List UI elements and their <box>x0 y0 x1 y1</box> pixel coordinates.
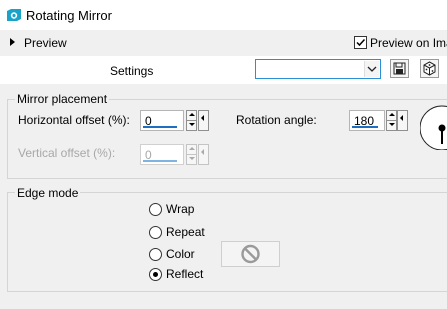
settings-label: Settings <box>110 64 154 78</box>
horizontal-offset-label: Horizontal offset (%): <box>18 113 130 127</box>
preview-on-image-label: Preview on Ima <box>370 36 447 50</box>
no-symbol-icon <box>241 244 260 264</box>
spin-up-button[interactable] <box>187 111 196 121</box>
horizontal-offset-slider-button[interactable] <box>198 110 209 131</box>
radio-selected-dot <box>153 272 158 277</box>
radio-button[interactable] <box>149 268 162 281</box>
radio-button[interactable] <box>149 226 162 239</box>
radio-label: Wrap <box>166 202 195 216</box>
window-title: Rotating Mirror <box>26 8 112 23</box>
slider-notch-icon <box>400 115 403 121</box>
radio-label: Reflect <box>166 267 204 281</box>
mirror-placement-title: Mirror placement <box>15 92 110 106</box>
horizontal-offset-input[interactable]: 0 <box>140 110 184 131</box>
randomize-button[interactable] <box>420 59 439 78</box>
spin-up-button[interactable] <box>187 145 196 155</box>
edge-mode-option-repeat[interactable]: Repeat <box>149 225 229 240</box>
arrow-up-icon <box>189 113 195 116</box>
radio-label: Color <box>166 247 195 261</box>
preview-label: Preview <box>24 36 67 50</box>
rotation-angle-spinner[interactable] <box>386 110 397 131</box>
vertical-offset-label: Vertical offset (%): <box>18 146 116 160</box>
preview-expander[interactable]: Preview <box>10 36 80 50</box>
arrow-up-icon <box>189 147 195 150</box>
radio-button[interactable] <box>149 203 162 216</box>
preview-on-image-option[interactable]: Preview on Ima <box>354 35 447 51</box>
save-icon <box>393 62 406 75</box>
preview-on-image-checkbox[interactable] <box>354 36 367 49</box>
edge-color-swatch[interactable] <box>221 241 280 267</box>
edge-mode-option-reflect[interactable]: Reflect <box>149 267 229 282</box>
spin-down-button[interactable] <box>187 155 196 165</box>
edge-mode-option-wrap[interactable]: Wrap <box>149 202 229 217</box>
rotation-angle-input[interactable]: 180 <box>349 110 385 131</box>
cube-icon <box>423 61 436 76</box>
chevron-down-icon[interactable] <box>364 61 379 77</box>
rotation-angle-slider-button[interactable] <box>397 110 408 131</box>
vertical-offset-slider-button[interactable] <box>198 144 209 165</box>
arrow-down-icon <box>389 122 395 126</box>
focus-underline <box>143 126 177 128</box>
focus-underline <box>352 126 378 128</box>
vertical-offset-spinner[interactable] <box>186 144 197 165</box>
radio-label: Repeat <box>166 225 205 239</box>
arrow-down-icon <box>189 156 195 160</box>
edge-mode-option-color[interactable]: Color <box>149 247 229 262</box>
expand-arrow-icon <box>10 38 15 46</box>
vertical-offset-input[interactable]: 0 <box>140 144 184 165</box>
slider-notch-icon <box>201 149 204 155</box>
spin-down-button[interactable] <box>387 121 396 131</box>
settings-dropdown[interactable] <box>255 59 381 79</box>
arrow-up-icon <box>389 113 395 116</box>
checkmark-icon <box>356 38 366 47</box>
app-icon <box>6 8 22 22</box>
horizontal-offset-spinner[interactable] <box>186 110 197 131</box>
spin-up-button[interactable] <box>387 111 396 121</box>
arrow-down-icon <box>189 122 195 126</box>
rotation-angle-label: Rotation angle: <box>236 113 317 127</box>
save-preset-button[interactable] <box>390 59 409 78</box>
spin-down-button[interactable] <box>187 121 196 131</box>
edge-mode-title: Edge mode <box>15 186 81 200</box>
radio-button[interactable] <box>149 248 162 261</box>
slider-notch-icon <box>201 115 204 121</box>
rotation-dial[interactable] <box>419 104 447 151</box>
focus-underline <box>143 160 177 162</box>
